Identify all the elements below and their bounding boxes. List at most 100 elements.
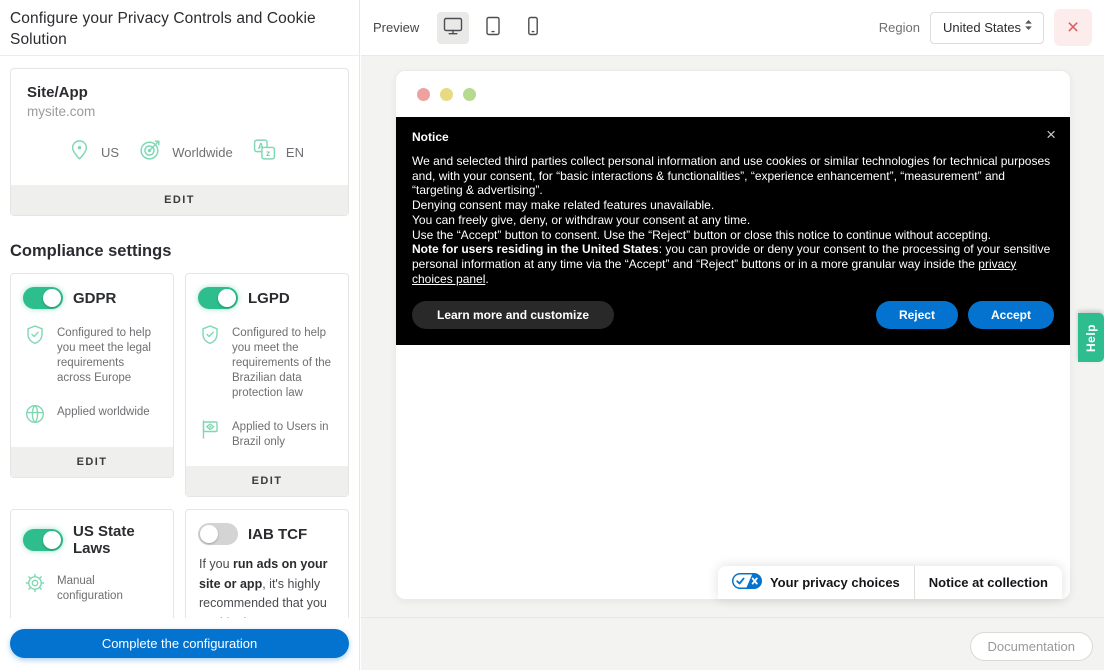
sidebar-body: Site/App mysite.com US bbox=[0, 56, 359, 670]
gdpr-toggle[interactable] bbox=[23, 287, 63, 309]
us-feature-configuration: Manual configuration bbox=[11, 563, 173, 612]
iab-tcf-card-header: IAB TCF bbox=[186, 510, 348, 551]
target-icon bbox=[138, 137, 163, 167]
privacy-links-bar: Your privacy choices Notice at collectio… bbox=[718, 566, 1062, 599]
desktop-icon bbox=[441, 14, 465, 41]
notice-paragraph-2: Denying consent may make related feature… bbox=[412, 198, 1054, 213]
notice-actions: Learn more and customize Reject Accept bbox=[412, 301, 1054, 329]
notice-paragraph-4: Use the “Accept” button to consent. Use … bbox=[412, 228, 1054, 243]
gdpr-card-header: GDPR bbox=[11, 274, 173, 315]
sidebar: Configure your Privacy Controls and Cook… bbox=[0, 0, 360, 670]
gdpr-card-body: Configured to help you meet the legal re… bbox=[11, 315, 173, 447]
iab-tcf-toggle[interactable] bbox=[198, 523, 238, 545]
notice-body: We and selected third parties collect pe… bbox=[412, 154, 1054, 286]
complete-configuration-button[interactable]: Complete the configuration bbox=[10, 629, 349, 658]
lgpd-feature-text: Configured to help you meet the requirem… bbox=[232, 323, 336, 401]
globe-icon bbox=[23, 402, 47, 431]
preview-label: Preview bbox=[373, 20, 419, 35]
lgpd-toggle[interactable] bbox=[198, 287, 238, 309]
gdpr-card: GDPR Configured to help you meet the leg… bbox=[10, 273, 174, 478]
site-attributes-row: US Worldwide Az EN bbox=[27, 119, 332, 185]
lgpd-edit-button[interactable]: EDIT bbox=[186, 466, 348, 496]
shield-check-icon bbox=[198, 323, 222, 401]
lgpd-feature-configured: Configured to help you meet the requirem… bbox=[186, 315, 348, 409]
privacy-choices-optout-icon bbox=[732, 573, 762, 592]
lgpd-scope-text: Applied to Users in Brazil only bbox=[232, 417, 336, 450]
lgpd-title: LGPD bbox=[248, 290, 290, 307]
gear-icon bbox=[23, 571, 47, 604]
us-configuration-text: Manual configuration bbox=[57, 571, 161, 604]
select-arrows-icon bbox=[1023, 18, 1034, 37]
shield-check-icon bbox=[23, 323, 47, 386]
region-select[interactable]: United States bbox=[930, 12, 1044, 44]
us-state-laws-title: US State Laws bbox=[73, 523, 161, 557]
lgpd-card: LGPD Configured to help you meet the req… bbox=[185, 273, 349, 497]
gdpr-feature-configured: Configured to help you meet the legal re… bbox=[11, 315, 173, 394]
lgpd-card-header: LGPD bbox=[186, 274, 348, 315]
preview-phone-button[interactable] bbox=[517, 12, 549, 44]
location-pin-icon bbox=[67, 137, 92, 167]
preview-browser-window: Notice × We and selected third parties c… bbox=[395, 70, 1071, 600]
gdpr-scope-text: Applied worldwide bbox=[57, 402, 150, 431]
sidebar-footer: Complete the configuration bbox=[0, 618, 359, 670]
gdpr-feature-text: Configured to help you meet the legal re… bbox=[57, 323, 161, 386]
site-region-item: US bbox=[67, 137, 119, 167]
documentation-button[interactable]: Documentation bbox=[970, 632, 1093, 661]
tablet-icon bbox=[481, 14, 505, 41]
sidebar-header: Configure your Privacy Controls and Cook… bbox=[0, 0, 359, 56]
site-region-label: US bbox=[101, 145, 119, 160]
notice-close-icon[interactable]: × bbox=[1046, 125, 1056, 145]
preview-desktop-button[interactable] bbox=[437, 12, 469, 44]
site-app-card: Site/App mysite.com US bbox=[10, 68, 349, 216]
site-app-title: Site/App bbox=[27, 84, 332, 101]
topbar: Preview Region United States × bbox=[361, 0, 1104, 56]
iab-tcf-toggle-knob bbox=[200, 525, 218, 543]
notice-paragraph-1: We and selected third parties collect pe… bbox=[412, 154, 1054, 198]
notice-at-collection-link[interactable]: Notice at collection bbox=[914, 566, 1062, 599]
accept-button[interactable]: Accept bbox=[968, 301, 1054, 329]
privacy-configurator-app: Configure your Privacy Controls and Cook… bbox=[0, 0, 1104, 670]
lgpd-toggle-knob bbox=[218, 289, 236, 307]
phone-icon bbox=[521, 14, 545, 41]
site-domain: mysite.com bbox=[27, 104, 332, 119]
notice-title: Notice bbox=[412, 130, 1054, 144]
region-label: Region bbox=[879, 20, 920, 35]
help-tab[interactable]: Help bbox=[1078, 313, 1104, 362]
site-language-item: Az EN bbox=[252, 137, 304, 167]
iab-tcf-title: IAB TCF bbox=[248, 526, 307, 543]
region-select-value: United States bbox=[943, 20, 1021, 35]
traffic-light-green-icon bbox=[463, 88, 476, 101]
your-privacy-choices-link[interactable]: Your privacy choices bbox=[718, 566, 914, 599]
compliance-cards-grid: GDPR Configured to help you meet the leg… bbox=[10, 273, 349, 670]
lgpd-feature-scope: Applied to Users in Brazil only bbox=[186, 409, 348, 458]
lgpd-card-body: Configured to help you meet the requirem… bbox=[186, 315, 348, 466]
reject-button[interactable]: Reject bbox=[876, 301, 958, 329]
learn-more-button[interactable]: Learn more and customize bbox=[412, 301, 614, 329]
site-scope-item: Worldwide bbox=[138, 137, 232, 167]
compliance-settings-heading: Compliance settings bbox=[10, 242, 349, 261]
translate-icon: Az bbox=[252, 137, 277, 167]
your-privacy-choices-label: Your privacy choices bbox=[770, 575, 900, 590]
site-edit-button[interactable]: EDIT bbox=[11, 185, 348, 215]
brazil-flag-icon bbox=[198, 417, 222, 450]
main-footer: Documentation bbox=[361, 617, 1104, 670]
us-state-laws-card-header: US State Laws bbox=[11, 510, 173, 563]
notice-paragraph-3: You can freely give, deny, or withdraw y… bbox=[412, 213, 1054, 228]
preview-area: Notice × We and selected third parties c… bbox=[361, 56, 1104, 670]
preview-tablet-button[interactable] bbox=[477, 12, 509, 44]
traffic-light-red-icon bbox=[417, 88, 430, 101]
site-app-card-inner: Site/App mysite.com US bbox=[11, 69, 348, 185]
gdpr-toggle-knob bbox=[43, 289, 61, 307]
gdpr-edit-button[interactable]: EDIT bbox=[11, 447, 173, 477]
gdpr-title: GDPR bbox=[73, 290, 116, 307]
svg-text:z: z bbox=[266, 148, 270, 158]
site-language-label: EN bbox=[286, 145, 304, 160]
us-state-laws-toggle[interactable] bbox=[23, 529, 63, 551]
notice-paragraph-note: Note for users residing in the United St… bbox=[412, 242, 1054, 286]
site-scope-label: Worldwide bbox=[172, 145, 232, 160]
gdpr-feature-scope: Applied worldwide bbox=[11, 394, 173, 439]
page-title: Configure your Privacy Controls and Cook… bbox=[10, 8, 347, 50]
cookie-notice-banner: Notice × We and selected third parties c… bbox=[396, 117, 1070, 345]
traffic-light-yellow-icon bbox=[440, 88, 453, 101]
close-configurator-button[interactable]: × bbox=[1054, 9, 1092, 46]
